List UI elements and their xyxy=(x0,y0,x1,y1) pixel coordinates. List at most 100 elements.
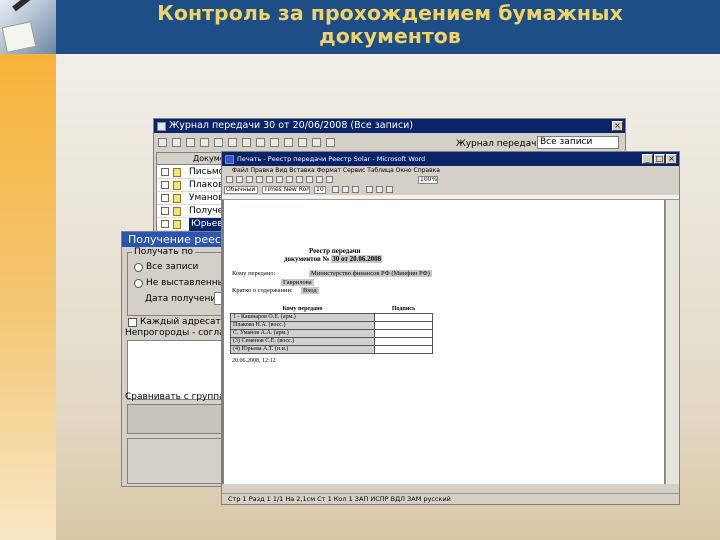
doc-table-cell xyxy=(374,336,433,346)
doc-table-cell: (3) Семенов С.Е. (восс.) xyxy=(229,336,376,346)
doc-table-header: Кому передано Подпись xyxy=(231,305,433,313)
checkbox[interactable] xyxy=(161,168,169,176)
find-icon[interactable] xyxy=(242,138,251,147)
word-standard-toolbar: 100% xyxy=(222,175,679,185)
document-icon xyxy=(173,207,181,216)
open-icon[interactable] xyxy=(172,138,181,147)
align-left-icon[interactable] xyxy=(366,186,373,193)
doc-to-label: Кому передано: xyxy=(232,270,276,277)
check-icon[interactable] xyxy=(284,138,293,147)
close-icon[interactable]: × xyxy=(666,154,677,164)
refresh-icon[interactable] xyxy=(270,138,279,147)
save-icon[interactable] xyxy=(246,176,253,183)
align-right-icon[interactable] xyxy=(386,186,393,193)
document-page[interactable]: Реестр передачи документов № 30 от 20.06… xyxy=(224,200,664,484)
underline-icon[interactable] xyxy=(352,186,359,193)
doc-to-person: Гаврилова xyxy=(281,279,314,286)
receive-dialog[interactable]: Получение реестра Получать по Все записи… xyxy=(121,231,257,487)
italic-icon[interactable] xyxy=(342,186,349,193)
font-select[interactable]: Times New Roman xyxy=(262,186,310,194)
copy-icon[interactable] xyxy=(296,176,303,183)
doc-table-row: 1 - Кашнаров О.Е. (арм.) xyxy=(229,312,433,322)
doc-footer-date: 20.06.2008, 12:12 xyxy=(232,358,276,364)
open-icon[interactable] xyxy=(236,176,243,183)
print-icon[interactable] xyxy=(256,176,263,183)
new-icon[interactable] xyxy=(158,138,167,147)
word-icon xyxy=(225,155,234,164)
word-title: Печать - Реестр передачи Реестр Solar - … xyxy=(237,155,426,163)
word-status-bar: Стр 1 Разд 1 1/1 На 2,1см Ст 1 Кол 1 ЗАП… xyxy=(222,493,679,504)
group-label: Получать по xyxy=(132,247,195,257)
slide-title: Контроль за прохождением бумажных докуме… xyxy=(157,1,623,48)
checkbox[interactable] xyxy=(161,207,169,215)
doc-table-row: Плакова Н.А. (восс.) xyxy=(229,320,433,330)
close-icon[interactable]: × xyxy=(612,121,623,131)
edit-icon[interactable] xyxy=(186,138,195,147)
doc-content-value: Вход xyxy=(301,287,319,294)
doc-table-row: (4) Юрьева А.Т. (н.и.) xyxy=(229,344,433,354)
doc-subtitle-prefix: документов № xyxy=(284,255,332,263)
word-menubar[interactable]: Файл Правка Вид Вставка Формат Сервис Та… xyxy=(222,166,679,175)
align-center-icon[interactable] xyxy=(376,186,383,193)
note-textarea[interactable] xyxy=(127,340,227,400)
doc-content-label: Кратко о содержании: xyxy=(232,287,293,294)
maximize-icon[interactable]: □ xyxy=(654,154,665,164)
pen-shape xyxy=(12,0,45,12)
checkbox[interactable] xyxy=(161,220,169,228)
radio-label: Все записи xyxy=(146,262,199,272)
doc-number-field: 30 от 20.06.2008 xyxy=(331,255,383,263)
doc-table-cell: (4) Юрьева А.Т. (н.и.) xyxy=(229,344,376,354)
doc-table: Кому передано Подпись 1 - Кашнаров О.Е. … xyxy=(229,305,433,354)
word-format-toolbar: Обычный Times New Roman 10 xyxy=(222,185,679,195)
filter-select[interactable]: Все записи xyxy=(537,136,619,149)
new-icon[interactable] xyxy=(226,176,233,183)
cut-icon[interactable] xyxy=(286,176,293,183)
lock-icon[interactable] xyxy=(298,138,307,147)
minimize-icon[interactable]: _ xyxy=(642,154,653,164)
settings-icon[interactable] xyxy=(312,138,321,147)
doc-subtitle: документов № 30 от 20.06.2008 xyxy=(284,255,383,263)
document-icon xyxy=(173,181,181,190)
doc-table-col: Подпись xyxy=(391,305,416,312)
word-window[interactable]: Печать - Реестр передачи Реестр Solar - … xyxy=(221,151,680,505)
undo-icon[interactable] xyxy=(316,176,323,183)
print-icon[interactable] xyxy=(228,138,237,147)
doc-to-value: Министерство финансов РФ (Минфин РФ) xyxy=(309,270,432,277)
window-icon xyxy=(157,122,166,131)
zoom-select[interactable]: 100% xyxy=(418,176,438,184)
redo-icon[interactable] xyxy=(326,176,333,183)
doc-table-cell xyxy=(374,312,433,322)
style-select[interactable]: Обычный xyxy=(224,186,258,194)
document-icon xyxy=(173,220,181,229)
left-decorative-band xyxy=(0,54,56,540)
dialog-bottom-panel xyxy=(127,438,227,484)
radio-not-in-register[interactable] xyxy=(134,279,143,288)
checkbox[interactable] xyxy=(161,194,169,202)
each-recipient-checkbox[interactable] xyxy=(128,318,137,327)
document-icon xyxy=(173,168,181,177)
doc-table-col: Кому передано xyxy=(282,305,323,312)
doc-table-cell: 1 - Кашнаров О.Е. (арм.) xyxy=(229,312,376,322)
copy-icon[interactable] xyxy=(214,138,223,147)
font-size-select[interactable]: 10 xyxy=(314,186,326,194)
radio-all-records[interactable] xyxy=(134,263,143,272)
doc-table-cell: С. Уманов А.А. (арм.) xyxy=(229,328,376,338)
bold-icon[interactable] xyxy=(332,186,339,193)
preview-icon[interactable] xyxy=(266,176,273,183)
delete-icon[interactable] xyxy=(200,138,209,147)
vertical-scrollbar[interactable] xyxy=(665,200,679,484)
checkbox[interactable] xyxy=(161,181,169,189)
doc-table-row: (3) Семенов С.Е. (восс.) xyxy=(229,336,433,346)
word-titlebar[interactable]: Печать - Реестр передачи Реестр Solar - … xyxy=(222,152,679,166)
receive-options-group: Получать по Все записи Не выставленные в… xyxy=(127,247,253,316)
compare-listbox[interactable] xyxy=(127,404,227,434)
filter-icon[interactable] xyxy=(256,138,265,147)
journal-titlebar[interactable]: Журнал передачи 30 от 20/06/2008 (Все за… xyxy=(154,119,625,133)
help-icon[interactable] xyxy=(326,138,335,147)
receive-titlebar[interactable]: Получение реестра xyxy=(122,232,230,247)
horizontal-scrollbar[interactable] xyxy=(222,484,679,493)
paste-icon[interactable] xyxy=(306,176,313,183)
doc-table-cell: Плакова Н.А. (восс.) xyxy=(229,320,376,330)
spellcheck-icon[interactable] xyxy=(276,176,283,183)
doc-table-cell xyxy=(374,328,433,338)
